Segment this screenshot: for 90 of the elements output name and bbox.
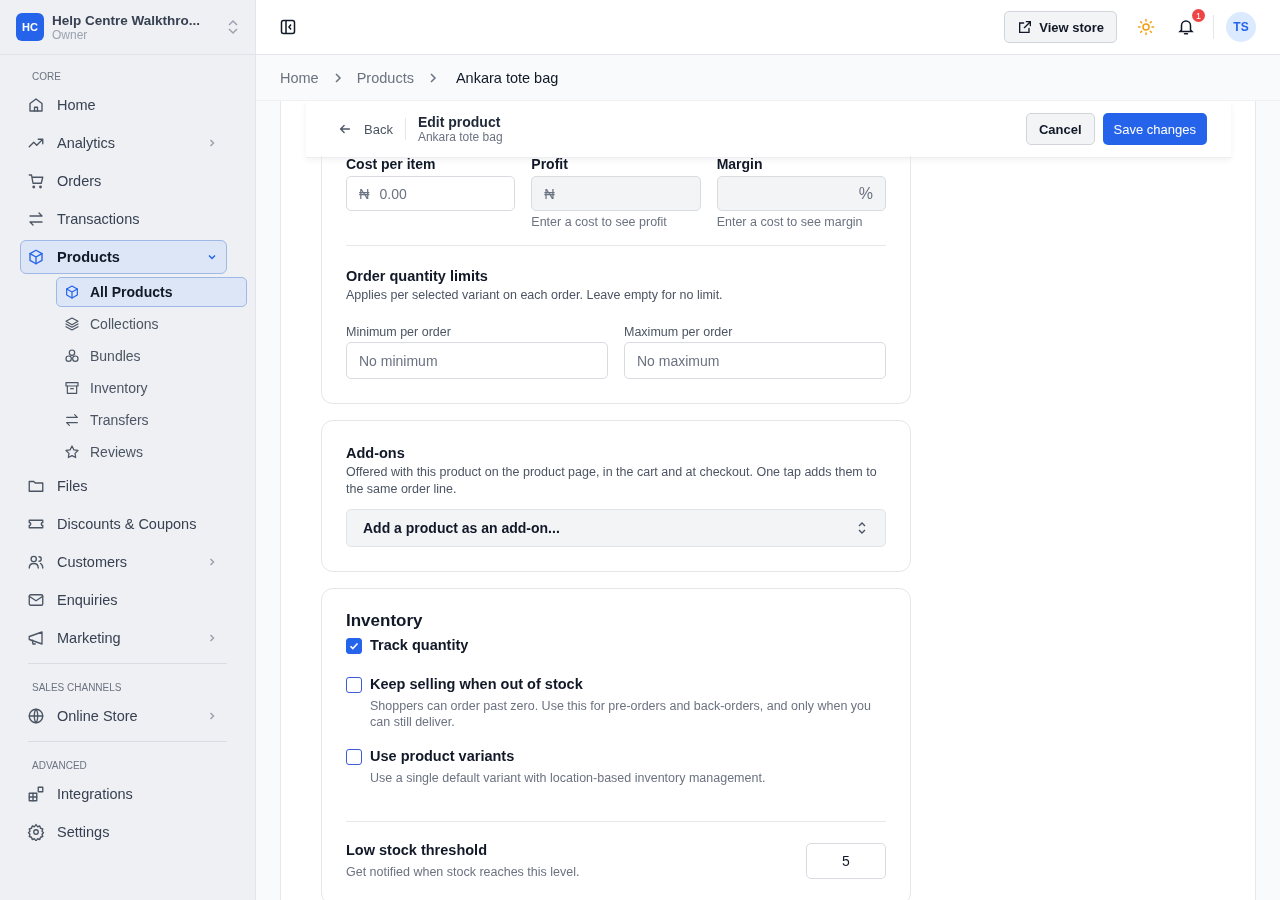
sort-icon: [857, 520, 867, 535]
cart-icon: [27, 172, 45, 190]
page-subtitle: Ankara tote bag: [417, 130, 503, 144]
workspace-name[interactable]: Help Centre Walkthro...: [52, 12, 219, 28]
archive-icon: [64, 380, 80, 396]
save-button[interactable]: Save changes: [1102, 113, 1207, 145]
field-label: Margin: [716, 156, 764, 172]
nav-subitem[interactable]: Transfers: [56, 405, 247, 435]
checkbox[interactable]: [346, 749, 362, 766]
puzzle-icon: [27, 785, 45, 803]
section-title: Order quantity limits: [346, 268, 489, 284]
currency-prefix: ₦: [359, 185, 370, 202]
nav-item[interactable]: Settings: [20, 815, 227, 849]
workspace-role: Owner: [52, 27, 89, 42]
section-title: Inventory: [346, 610, 424, 631]
home-icon: [27, 96, 45, 114]
back-button[interactable]: Back: [336, 121, 393, 137]
field-label: Maximum per order: [624, 325, 734, 340]
checkbox[interactable]: [346, 637, 362, 654]
field-label: Profit: [531, 156, 569, 172]
currency-prefix: ₦: [544, 185, 555, 202]
section-description: Applies per selected variant on each order. Leave empty for no limit.: [346, 287, 724, 304]
field-label: Low stock threshold: [346, 841, 488, 858]
section-label: CORE: [31, 71, 62, 82]
box-icon: [27, 248, 45, 266]
nav-item[interactable]: Enquiries: [20, 583, 227, 617]
users-icon: [27, 553, 45, 571]
nav-item[interactable]: Online Store: [20, 699, 227, 733]
notification-badge: 1: [1192, 9, 1205, 22]
nav-item[interactable]: Products: [20, 240, 227, 274]
input-field[interactable]: ₦ 0.00: [346, 176, 516, 211]
input-field[interactable]: No maximum: [624, 342, 886, 380]
swap-icon: [27, 210, 45, 228]
page-title: Edit product: [417, 114, 502, 130]
section-label: SALES CHANNELS: [31, 682, 123, 693]
globe-icon: [27, 707, 45, 725]
gear-icon: [27, 823, 45, 841]
section-label: ADVANCED: [31, 760, 88, 771]
mail-icon: [27, 591, 45, 609]
chevron-icon: [427, 71, 438, 84]
section-description: Offered with this product on the product page, in the cart and at checkout. One tap adds them to the same order line.: [346, 464, 878, 497]
layers-icon: [64, 316, 80, 332]
nav-item[interactable]: Discounts & Coupons: [20, 507, 227, 541]
nav-item[interactable]: Transactions: [20, 202, 227, 236]
chevron-icon: [332, 71, 343, 84]
breadcrumb-item[interactable]: Products: [356, 69, 414, 86]
breadcrumb-item: Ankara tote bag: [455, 69, 559, 86]
nav-item[interactable]: Files: [20, 469, 227, 503]
option-description: Shoppers can order past zero. Use this for pre-orders and back-orders, and only when you can still deliver.: [370, 697, 872, 731]
field-hint: Enter a cost to see margin: [716, 215, 864, 229]
breadcrumb-item[interactable]: Home: [280, 69, 319, 86]
swap-icon: [64, 412, 80, 428]
nav-subitem[interactable]: Reviews: [56, 437, 247, 467]
field-hint: Enter a cost to see profit: [531, 215, 668, 229]
field-label: Minimum per order: [346, 325, 452, 340]
checkbox-label: Track quantity: [370, 637, 469, 654]
addon-select[interactable]: Add a product as an add-on...: [346, 508, 886, 547]
bundle-icon: [64, 348, 80, 364]
checkbox-label: Keep selling when out of stock: [370, 675, 584, 692]
cancel-button[interactable]: Cancel: [1025, 113, 1095, 145]
nav-item[interactable]: Home: [20, 88, 227, 122]
bell-icon[interactable]: [1177, 18, 1195, 36]
nav-item[interactable]: Integrations: [20, 777, 227, 811]
nav-subitem[interactable]: All Products: [56, 277, 247, 307]
nav-item[interactable]: Customers: [20, 545, 227, 579]
view-store-button[interactable]: View store: [1004, 11, 1117, 43]
megaphone-icon: [27, 629, 45, 647]
switcher-icon[interactable]: [227, 19, 239, 35]
checkbox[interactable]: [346, 676, 362, 693]
field-label: Cost per item: [346, 156, 437, 172]
checkbox-label: Use product variants: [370, 748, 516, 765]
nav-item[interactable]: Analytics: [20, 126, 227, 160]
arrow-left-icon: [338, 122, 352, 136]
nav-subitem[interactable]: Inventory: [56, 373, 247, 403]
box-icon: [64, 284, 80, 300]
number-field[interactable]: 5: [806, 842, 886, 879]
sidebar-toggle-icon[interactable]: [280, 19, 296, 35]
nav-subitem[interactable]: Bundles: [56, 341, 247, 371]
nav-item[interactable]: Marketing: [20, 621, 227, 655]
input-field[interactable]: No minimum: [346, 342, 608, 380]
field-description: Get notified when stock reaches this level.: [346, 863, 580, 880]
star-icon: [64, 444, 80, 460]
option-description: Use a single default variant with location-based inventory management.: [370, 770, 766, 787]
user-avatar[interactable]: TS: [1226, 12, 1256, 42]
nav-subitem[interactable]: Collections: [56, 309, 247, 339]
external-link-icon: [1017, 19, 1034, 35]
workspace-badge: HC: [16, 13, 44, 41]
section-title: Add-ons: [346, 445, 406, 462]
percent-suffix: %: [858, 184, 873, 203]
nav-item[interactable]: Orders: [20, 164, 227, 198]
